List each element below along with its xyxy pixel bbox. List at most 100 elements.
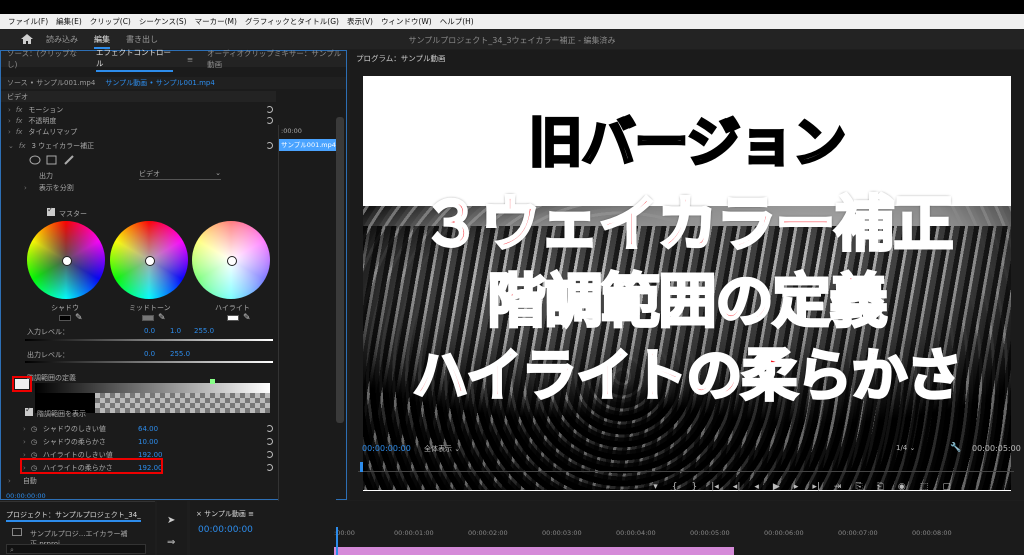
effect-3way-color[interactable]: ⌄ fx 3 ウェイカラー補正 [1,140,276,151]
mark-out-icon[interactable]: } [692,482,698,496]
tab-effect-controls[interactable]: エフェクトコントロール [95,47,173,72]
menu-sequence[interactable]: シーケンス(S) [135,16,191,27]
chevron-right-icon[interactable]: › [24,184,27,192]
output-level-white[interactable]: 255.0 [170,350,190,358]
menu-view[interactable]: 表示(V) [343,16,377,27]
safe-margin-icon[interactable]: ▢ [942,482,951,496]
scrollbar[interactable] [336,117,344,423]
param-shadow-threshold[interactable]: › ◷ シャドウのしきい値 64.00 [1,423,276,434]
show-tonal-checkbox[interactable]: 階調範囲を表示 [25,405,86,419]
chevron-right-icon[interactable]: › [23,425,26,433]
go-to-out-icon[interactable]: ▸| [812,482,820,496]
effect-opacity[interactable]: › fx 不透明度 [1,115,276,126]
chevron-right-icon[interactable]: › [8,477,11,485]
stopwatch-icon[interactable]: ◷ [31,438,37,446]
timeline-tab[interactable]: × サンプル動画 ≡ [196,509,254,519]
project-tab[interactable]: プロジェクト：サンプルプロジェクト_34_ [6,510,141,522]
compare-icon[interactable]: ⬚ [920,482,929,496]
program-timecode[interactable]: 00:00:00:00 [362,444,411,453]
eyedropper-icon[interactable]: ✎ [75,313,83,323]
highlight-swatch[interactable] [227,315,239,321]
param-value[interactable]: 10.00 [138,438,158,446]
midtone-swatch[interactable] [142,315,154,321]
fx-icon[interactable]: fx [19,142,26,150]
effect-motion[interactable]: › fx モーション [1,104,276,115]
step-back-icon[interactable]: ◂| [733,482,741,496]
chevron-right-icon[interactable]: › [23,438,26,446]
tab-source[interactable]: ソース：(クリップなし) [7,48,82,70]
chevron-right-icon[interactable]: › [8,106,11,114]
extract-icon[interactable]: ⎘ [855,482,862,496]
menu-file[interactable]: ファイル(F) [4,16,52,27]
play-back-icon[interactable]: ◂ [754,482,759,496]
output-levels-slider[interactable] [25,361,273,363]
highlight-color-wheel[interactable] [192,221,270,299]
wrench-icon[interactable]: 🔧 [950,443,961,453]
reset-icon[interactable] [266,438,273,445]
track-select-icon[interactable]: ⇒ [167,537,175,548]
chevron-down-icon[interactable]: ⌄ [8,142,14,150]
menu-graphics[interactable]: グラフィックとタイトル(G) [241,16,343,27]
param-shadow-softness[interactable]: › ◷ シャドウの柔らかさ 10.00 [1,436,276,447]
eyedropper-icon[interactable]: ✎ [158,313,166,323]
menu-edit[interactable]: 編集(E) [52,16,86,27]
timeline-playhead[interactable] [336,527,338,555]
tonal-gradient-bar[interactable] [35,383,270,393]
tonal-handle[interactable] [210,379,215,384]
search-input[interactable]: ⌕ [6,544,146,554]
play-icon[interactable]: ▶ [773,482,780,496]
timeline-clip[interactable] [334,547,734,555]
checkbox-icon[interactable] [47,205,55,216]
mark-in-icon[interactable]: { [672,482,678,496]
menu-marker[interactable]: マーカー(M) [191,16,241,27]
overwrite-icon[interactable]: ⎗ [877,482,884,496]
input-level-black[interactable]: 0.0 [144,327,155,335]
playhead[interactable] [360,462,363,472]
effect-time-remap[interactable]: › fx タイムリマップ [1,126,276,137]
split-view-row[interactable]: › 表示を分割 [17,183,74,193]
panel-menu-icon[interactable]: ≡ [187,55,193,64]
go-to-in-icon[interactable]: |◂ [711,482,719,496]
fx-icon[interactable]: fx [16,117,23,125]
chevron-right-icon[interactable]: › [8,128,11,136]
timeline-ruler[interactable]: :00:00 00:00:01:00 00:00:02:00 00:00:03:… [334,529,1024,539]
zoom-select[interactable]: 全体表示 ⌄ [424,444,460,454]
fx-icon[interactable]: fx [16,106,23,114]
shadow-swatch[interactable] [59,315,71,321]
shadow-color-wheel[interactable] [27,221,105,299]
resolution-select[interactable]: 1/4 ⌄ [896,444,915,452]
stopwatch-icon[interactable]: ◷ [31,425,37,433]
param-value[interactable]: 64.00 [138,425,158,433]
reset-icon[interactable] [266,425,273,432]
menu-clip[interactable]: クリップ(C) [86,16,135,27]
mini-clip[interactable]: サンプル001.mp4 [279,139,337,151]
selection-tool-icon[interactable]: ➤ [167,515,175,526]
scrub-bar[interactable] [358,464,1014,472]
sequence-dropdown[interactable]: サンプル動画 • サンプル001.mp4 [105,78,214,88]
reset-icon[interactable] [266,117,273,124]
fx-icon[interactable]: fx [16,128,23,136]
input-levels-slider[interactable] [25,339,273,341]
effect-timecode[interactable]: 00:00:00:00 [6,492,46,500]
step-forward-icon[interactable]: ▸ [794,482,799,496]
lift-icon[interactable]: ⇥ [834,482,842,496]
midtone-color-wheel[interactable] [110,221,188,299]
chevron-right-icon[interactable]: › [8,117,11,125]
camera-icon[interactable]: ◉ [898,482,906,496]
reset-icon[interactable] [266,451,273,458]
reset-icon[interactable] [266,106,273,113]
effect-timeline[interactable]: :00:00 サンプル001.mp4 [278,125,337,525]
master-checkbox[interactable]: マスター [47,205,87,219]
program-title[interactable]: プログラム：サンプル動画 [356,53,446,64]
output-level-black[interactable]: 0.0 [144,350,155,358]
tab-audio-mixer[interactable]: オーディオクリップミキサー：サンプル動画 [207,48,346,70]
checkbox-icon[interactable] [25,405,33,416]
output-select[interactable]: ビデオ ⌄ [139,169,221,180]
reset-icon[interactable] [266,464,273,471]
reset-icon[interactable] [266,142,273,149]
timeline-timecode[interactable]: 00:00:00:00 [198,525,253,535]
menu-help[interactable]: ヘルプ(H) [436,16,478,27]
eyedropper-icon[interactable]: ✎ [243,313,251,323]
mask-tools-icon[interactable] [29,154,79,166]
input-level-gamma[interactable]: 1.0 [170,327,181,335]
